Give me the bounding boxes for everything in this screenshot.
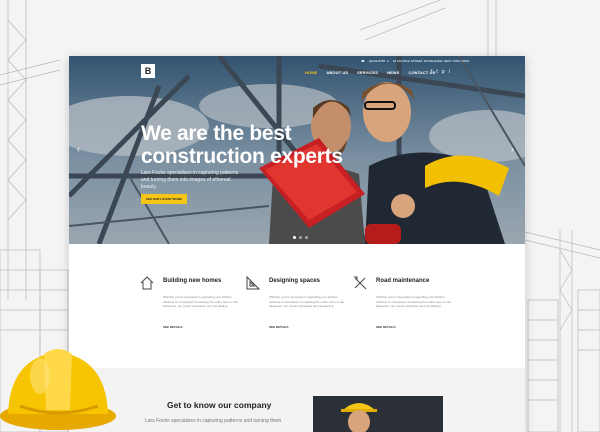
social-links: f t p i [431,69,450,75]
features-section: Building new homes Whether you're intere… [69,244,525,368]
see-details-link[interactable]: SEE DETAILS [269,325,288,329]
see-details-link[interactable]: SEE DETAILS [376,325,395,329]
site-logo[interactable]: B [141,64,155,78]
slider-dot[interactable] [305,236,308,239]
address-info: ● 18 CHURCH STREET, ROSELEADE, NEW YORK … [387,59,469,63]
feature-description: Whether you're interested in upgrading y… [269,295,345,309]
website-frame: B ☎ (0)234-8765 ● 18 CHURCH STREET, ROSE… [69,56,525,432]
headline-line-2: construction experts [141,145,343,168]
pinterest-icon[interactable]: p [442,69,445,75]
nav-services[interactable]: SERVICES [357,70,378,75]
headline-line-1: We are the best [141,122,292,145]
about-section: Get to know our company Lars Focke speci… [69,368,525,432]
house-icon [140,276,154,290]
feature-description: Whether you're interested in upgrading y… [163,295,239,309]
blueprint-icon [246,275,261,290]
feature-title: Designing spaces [269,278,321,284]
hero-headline: We are the best construction experts [141,122,343,168]
main-nav: HOME ABOUT US SERVICES NEWS CONTACT US [305,70,435,75]
slider-dot[interactable] [299,236,302,239]
tools-icon [354,276,367,290]
nav-news[interactable]: NEWS [387,70,399,75]
nav-about-us[interactable]: ABOUT US [326,70,348,75]
address-text: 18 CHURCH STREET, ROSELEADE, NEW YORK 10… [392,59,470,63]
location-icon: ● [387,59,389,63]
nav-home[interactable]: HOME [305,70,317,75]
feature-title: Building new homes [163,278,222,284]
see-details-link[interactable]: SEE DETAILS [163,325,182,329]
hero-section: B ☎ (0)234-8765 ● 18 CHURCH STREET, ROSE… [69,56,525,244]
about-heading: Get to know our company [167,400,272,410]
slider-dot[interactable] [293,236,296,239]
about-text: Lars Focke specializes in capturing patt… [145,418,282,424]
twitter-icon[interactable]: t [436,69,437,75]
phone-icon: ☎ [361,59,365,63]
instagram-icon[interactable]: i [449,69,450,75]
hard-hat-icon [0,349,116,430]
phone-text: (0)234-8765 [368,59,386,63]
about-photo [313,396,443,432]
feature-description: Whether you're interested in upgrading y… [376,295,452,309]
chevron-right-icon[interactable]: › [511,144,514,154]
feature-title: Road maintenance [376,278,430,284]
hero-subtitle: Lars Focke specializes in capturing patt… [141,170,239,190]
facebook-icon[interactable]: f [431,69,432,75]
slider-dots [293,236,308,239]
see-latest-work-button[interactable]: SEE OUR LATEST WORK [141,194,187,204]
chevron-left-icon[interactable]: ‹ [77,144,80,154]
phone-info: ☎ (0)234-8765 [361,59,385,63]
